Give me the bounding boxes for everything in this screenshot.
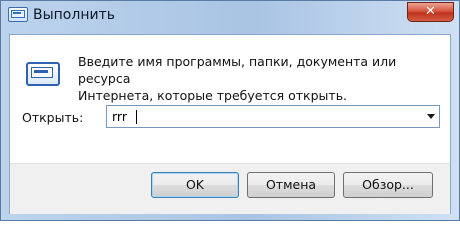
open-combobox[interactable] (106, 105, 440, 128)
chevron-down-icon[interactable] (427, 114, 435, 119)
browse-button[interactable]: Обзор... (343, 172, 433, 198)
instruction-line-2: Интернета, которые требуется открыть. (78, 88, 348, 103)
ok-button[interactable]: OK (151, 172, 239, 198)
instruction-text: Введите имя программы, папки, документа … (78, 53, 428, 104)
open-input[interactable] (107, 106, 412, 127)
open-label: Открыть: (22, 110, 84, 125)
dialog-content: Введите имя программы, папки, документа … (9, 34, 451, 214)
close-button[interactable]: ✕ (407, 2, 454, 22)
text-caret (136, 110, 137, 124)
cancel-button[interactable]: Отмена (247, 172, 335, 198)
run-icon (8, 7, 28, 22)
title-bar[interactable]: Выполнить ✕ (1, 1, 459, 34)
window-title: Выполнить (33, 7, 115, 23)
instruction-line-1: Введите имя программы, папки, документа … (78, 54, 397, 86)
run-program-icon (26, 62, 60, 86)
run-dialog-window: Выполнить ✕ Введите имя программы, папки… (0, 0, 460, 221)
button-bar: OK Отмена Обзор... (10, 163, 450, 214)
